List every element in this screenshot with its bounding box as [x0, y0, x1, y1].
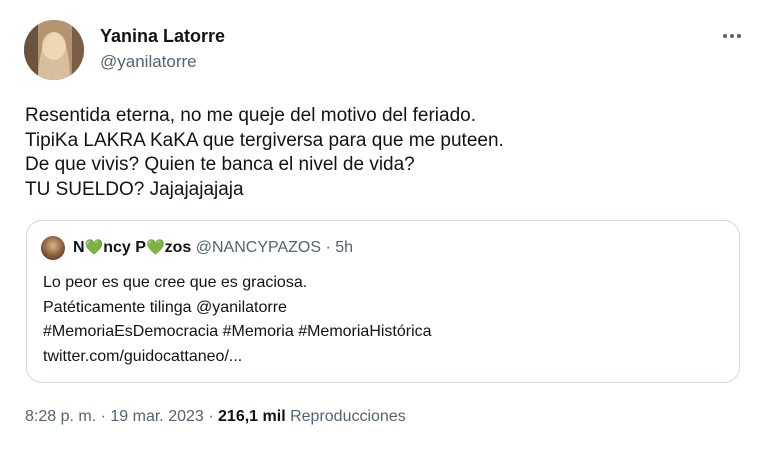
tweet-time[interactable]: 8:28 p. m.	[25, 408, 96, 425]
tweet-line: TU SUELDO? Jajajajajaja	[25, 178, 244, 200]
author-avatar[interactable]	[24, 20, 84, 80]
separator-dot: ·	[325, 239, 331, 256]
quoted-line: #MemoriaEsDemocracia #Memoria #MemoriaHi…	[43, 323, 432, 340]
quoted-header: N💚ncy P💚zos @NANCYPAZOS · 5h	[73, 238, 353, 258]
quoted-tweet[interactable]: N💚ncy P💚zos @NANCYPAZOS · 5h Lo peor es …	[26, 220, 740, 383]
views-label: Reproducciones	[290, 408, 406, 425]
author-name[interactable]: Yanina Latorre	[100, 26, 225, 47]
tweet-date[interactable]: 19 mar. 2023	[110, 408, 203, 425]
separator-dot: ·	[208, 408, 214, 425]
tweet-line: TipiKa LAKRA KaKA que tergiversa para qu…	[25, 129, 504, 151]
quoted-name: N💚ncy P💚zos	[73, 239, 192, 256]
green-heart-icon: 💚	[145, 239, 165, 256]
quoted-time: 5h	[335, 239, 354, 256]
avatar-photo	[24, 20, 84, 80]
quoted-avatar	[41, 236, 65, 260]
separator-dot: ·	[100, 408, 106, 425]
tweet-line: Resentida eterna, no me queje del motivo…	[25, 105, 476, 126]
green-heart-icon: 💚	[84, 239, 104, 256]
views-count: 216,1 mil	[218, 408, 286, 425]
tweet-text: Resentida eterna, no me queje del motivo…	[25, 104, 725, 202]
quoted-line: Lo peor es que cree que es graciosa.	[43, 274, 308, 291]
author-handle[interactable]: @yanilatorre	[100, 52, 197, 72]
quoted-handle: @NANCYPAZOS	[195, 239, 322, 256]
quoted-link: twitter.com/guidocattaneo/...	[43, 347, 243, 365]
tweet-card: Yanina Latorre @yanilatorre Resentida et…	[0, 0, 767, 449]
quoted-line: Patéticamente tilinga @yanilatorre	[43, 298, 287, 316]
tweet-line: De que vivis? Quien te banca el nivel de…	[25, 154, 415, 175]
tweet-meta: 8:28 p. m. · 19 mar. 2023 · 216,1 mil Re…	[25, 408, 406, 426]
quoted-text: Lo peor es que cree que es graciosa. Pat…	[43, 271, 432, 369]
more-options-icon[interactable]	[716, 26, 748, 46]
